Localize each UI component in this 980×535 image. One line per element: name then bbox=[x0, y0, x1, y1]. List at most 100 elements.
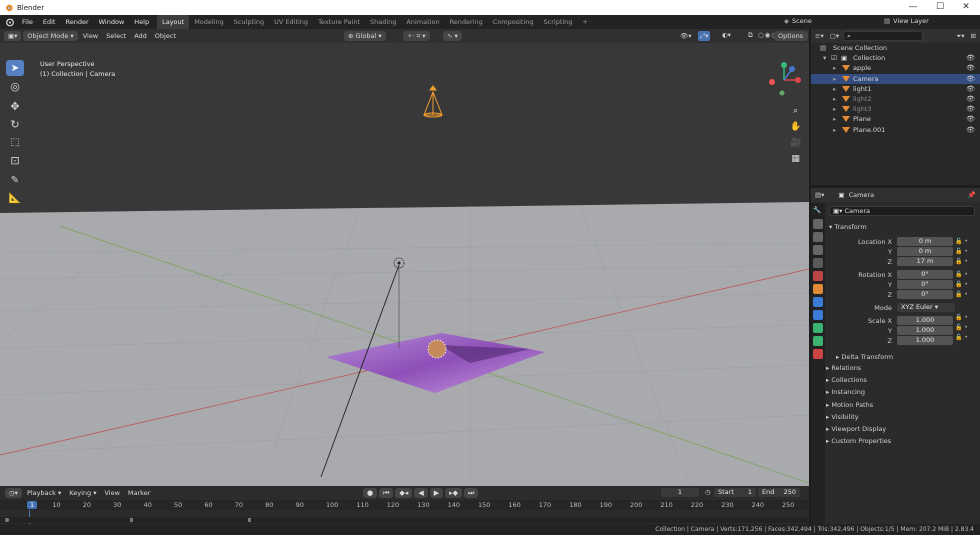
world-tab-icon[interactable] bbox=[813, 271, 823, 281]
outliner-item-apple[interactable]: ▸ apple 👁 bbox=[811, 63, 980, 73]
gizmo-toggle-icon[interactable]: ⤢▾ bbox=[698, 31, 711, 41]
end-frame-field[interactable]: End 250 bbox=[758, 488, 800, 497]
outliner-item-camera[interactable]: ▸ Camera 👁 bbox=[811, 73, 980, 84]
scroll-handle-left[interactable] bbox=[5, 518, 9, 522]
outliner-item-light3[interactable]: ▸ light3 👁 bbox=[811, 104, 980, 114]
expand-arrow-icon[interactable]: ▸ bbox=[833, 104, 836, 114]
cursor-tool[interactable]: ◎ bbox=[6, 78, 24, 94]
pin-icon[interactable]: 📌 bbox=[968, 191, 976, 199]
eye-icon[interactable]: 👁 bbox=[966, 94, 975, 104]
transform-panel-header[interactable]: ▾ Transform bbox=[829, 223, 867, 231]
lock-icon[interactable]: 🔓 • bbox=[955, 247, 968, 257]
current-frame-field[interactable]: 1 bbox=[661, 488, 699, 497]
grid-perspective-icon[interactable]: ▦ bbox=[790, 151, 801, 167]
panel-relations[interactable]: ▸ Relations bbox=[826, 362, 979, 374]
tab-sculpting[interactable]: Sculpting bbox=[229, 15, 269, 29]
rotation-x-field[interactable]: 0° bbox=[897, 270, 953, 279]
menu-render[interactable]: Render bbox=[60, 15, 93, 29]
outliner-scene-collection[interactable]: ▤ Scene Collection bbox=[811, 43, 980, 53]
location-z-field[interactable]: 17 m bbox=[897, 257, 953, 266]
lock-icon[interactable]: 🔓 • bbox=[955, 270, 968, 280]
tab-texture-paint[interactable]: Texture Paint bbox=[313, 15, 365, 29]
scale-y-field[interactable]: 1.000 bbox=[897, 326, 953, 335]
panel-instancing[interactable]: ▸ Instancing bbox=[826, 386, 979, 398]
proportional-edit-button[interactable]: ∿ ▾ bbox=[443, 31, 462, 41]
transform-tool[interactable]: ⊡ bbox=[6, 152, 24, 168]
annotate-tool[interactable]: ✎ bbox=[6, 172, 24, 188]
tab-layout[interactable]: Layout bbox=[157, 15, 190, 29]
timeline-menu-playback[interactable]: Playback ▾ bbox=[23, 486, 65, 500]
outliner-item-plane[interactable]: ▸ Plane 👁 bbox=[811, 114, 980, 124]
zoom-icon[interactable]: ⌕ bbox=[790, 103, 801, 119]
close-button[interactable]: ✕ bbox=[953, 0, 979, 15]
3d-viewport[interactable]: User Perspective (1) Collection | Camera… bbox=[0, 43, 809, 486]
options-button[interactable]: Options ▾ bbox=[774, 31, 808, 50]
eye-icon[interactable]: 👁 bbox=[966, 74, 975, 84]
mode-selector[interactable]: Object Mode ▾ bbox=[23, 31, 78, 41]
physics-tab-icon[interactable] bbox=[813, 310, 823, 320]
menu-add[interactable]: Add bbox=[130, 29, 151, 43]
jump-start-icon[interactable]: ⏮ bbox=[379, 488, 394, 498]
lock-icon[interactable]: 🔓 • bbox=[955, 313, 968, 323]
object-name-field[interactable]: ▣▾ Camera bbox=[829, 206, 975, 216]
lock-icon[interactable]: 🔓 • bbox=[955, 257, 968, 267]
object-data-tab-icon[interactable] bbox=[813, 336, 823, 346]
play-reverse-icon[interactable]: ◀ bbox=[414, 488, 428, 498]
editor-type-button[interactable]: ▣▾ bbox=[4, 31, 22, 41]
menu-select[interactable]: Select bbox=[102, 29, 130, 43]
eye-icon[interactable]: 👁 bbox=[966, 63, 975, 73]
lock-icon[interactable]: 🔓 • bbox=[955, 323, 968, 333]
expand-arrow-icon[interactable]: ▸ bbox=[833, 94, 836, 104]
lock-icon[interactable]: 🔓 • bbox=[955, 333, 968, 343]
rotation-z-field[interactable]: 0° bbox=[897, 290, 953, 299]
object-tab-icon[interactable] bbox=[813, 284, 823, 294]
play-icon[interactable]: ▶ bbox=[429, 488, 444, 498]
xray-toggle-icon[interactable]: ⧉ bbox=[748, 31, 753, 40]
panel-visibility[interactable]: ▸ Visibility bbox=[826, 411, 979, 423]
outliner-item-plane001[interactable]: ▸ Plane.001 👁 bbox=[811, 125, 980, 135]
orientation-selector[interactable]: ⊕ Global ▾ bbox=[344, 31, 386, 41]
expand-arrow-icon[interactable]: ▸ bbox=[833, 84, 836, 94]
minimize-button[interactable]: — bbox=[900, 0, 926, 15]
panel-collections[interactable]: ▸ Collections bbox=[826, 374, 979, 386]
tab-modeling[interactable]: Modeling bbox=[189, 15, 229, 29]
panel-viewport-display[interactable]: ▸ Viewport Display bbox=[826, 423, 979, 435]
visibility-icon[interactable]: 👁▾ bbox=[680, 32, 692, 40]
scroll-handle-mid[interactable] bbox=[130, 518, 133, 522]
eye-icon[interactable]: 👁 bbox=[966, 53, 975, 63]
timeline-body[interactable]: 1 10 20 30 40 50 60 70 80 90 100 110 120 130 140 150 160… bbox=[0, 500, 809, 524]
start-frame-field[interactable]: Start 1 bbox=[714, 488, 756, 497]
rotate-tool[interactable]: ↻ bbox=[6, 116, 24, 132]
outliner-editor-icon[interactable]: ≡▾ bbox=[815, 32, 824, 40]
measure-tool[interactable]: 📐 bbox=[6, 190, 24, 206]
timeline-scrollbar[interactable] bbox=[0, 517, 809, 523]
rotation-y-field[interactable]: 0° bbox=[897, 280, 953, 289]
location-y-field[interactable]: 0 m bbox=[897, 247, 953, 256]
lock-icon[interactable]: 🔓 • bbox=[955, 290, 968, 300]
prev-keyframe-icon[interactable]: ◆◂ bbox=[395, 488, 413, 498]
properties-editor-icon[interactable]: ▤▾ bbox=[815, 191, 824, 199]
pivot-snap-button[interactable]: ⚬⋅ ⌗ ▾ bbox=[403, 31, 430, 41]
eye-icon[interactable]: 👁 bbox=[966, 84, 975, 94]
panel-motion-paths[interactable]: ▸ Motion Paths bbox=[826, 399, 979, 411]
scene-tab-icon[interactable] bbox=[813, 258, 823, 268]
navigation-gizmo[interactable] bbox=[764, 60, 804, 100]
menu-view[interactable]: View bbox=[79, 29, 102, 43]
select-box-tool[interactable]: ➤ bbox=[6, 60, 24, 76]
record-icon[interactable]: ● bbox=[363, 488, 378, 498]
preview-range-icon[interactable]: ◷ bbox=[705, 488, 711, 496]
new-collection-icon[interactable]: ⊞ bbox=[971, 32, 976, 40]
output-tab-icon[interactable] bbox=[813, 232, 823, 242]
filter-icon[interactable]: ⏷▾ bbox=[956, 32, 964, 41]
menu-window[interactable]: Window bbox=[94, 15, 130, 29]
filter-display-icon[interactable]: ▢▾ bbox=[830, 32, 839, 40]
timeline-editor-icon[interactable]: ◷▾ bbox=[5, 488, 22, 498]
tab-scripting[interactable]: Scripting bbox=[539, 15, 578, 29]
timeline-menu-view[interactable]: View bbox=[100, 486, 123, 500]
render-tab-icon[interactable] bbox=[813, 219, 823, 229]
blender-menu-icon[interactable] bbox=[4, 17, 14, 27]
lock-icon[interactable]: 🔓 • bbox=[955, 237, 968, 247]
jump-end-icon[interactable]: ⏭ bbox=[464, 488, 479, 498]
view-layer-tab-icon[interactable] bbox=[813, 245, 823, 255]
expand-arrow-icon[interactable]: ▸ bbox=[833, 74, 836, 84]
